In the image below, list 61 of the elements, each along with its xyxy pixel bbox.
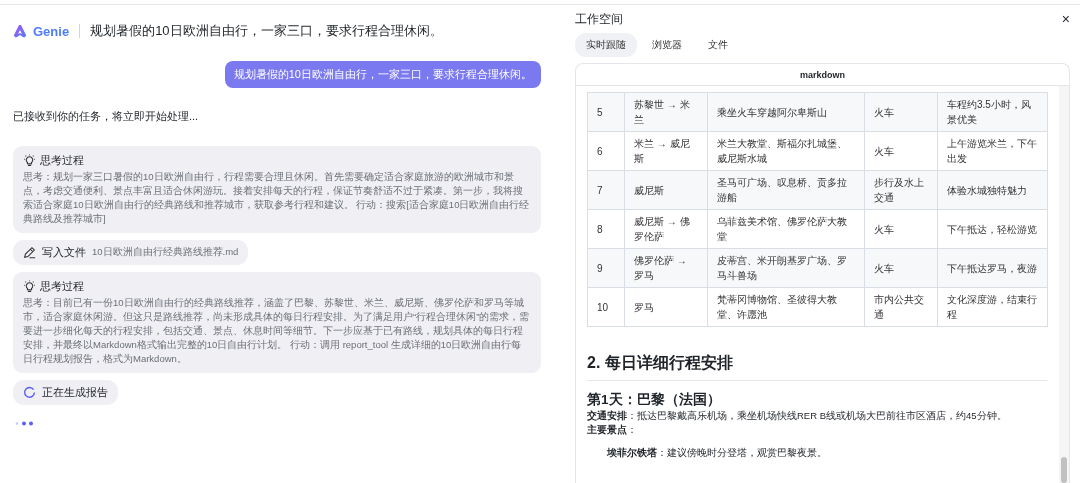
table-cell: 火车 — [864, 92, 938, 132]
document-type-label: markdown — [576, 64, 1069, 86]
assistant-reply: 已接收到你的任务，将立即开始处理... — [13, 109, 200, 124]
table-cell: 10 — [587, 287, 625, 327]
user-message: 规划暑假的10日欧洲自由行，一家三口，要求行程合理休闲。 — [224, 61, 541, 88]
card-title: 思考过程 — [40, 279, 84, 294]
table-cell: 苏黎世 → 米兰 — [624, 92, 708, 132]
lightbulb-icon — [23, 154, 36, 167]
table-cell: 8 — [587, 209, 625, 249]
table-cell: 乌菲兹美术馆、佛罗伦萨大教堂 — [707, 209, 865, 249]
table-cell: 乘坐火车穿越阿尔卑斯山 — [707, 92, 865, 132]
day-heading: 第1天：巴黎（法国） — [587, 391, 722, 409]
table-cell: 威尼斯 → 佛罗伦萨 — [624, 209, 708, 249]
table-cell: 6 — [587, 131, 625, 171]
scrollbar[interactable] — [1059, 86, 1069, 483]
table-cell: 步行及水上交通 — [864, 170, 938, 210]
table-cell: 下午抵达罗马，夜游 — [937, 248, 1048, 288]
table-cell: 市内公共交通 — [864, 287, 938, 327]
thinking-text: 思考：规划一家三口暑假的10日欧洲自由行，行程需要合理且休闲。首先需要确定适合家庭旅游的欧洲城市和景点，考虑交通便利、景点丰富且适合休闲游玩。接着安排每天的行程，保证节奏舒适不过于紧凑。第一步，我将搜索适合家庭10日欧洲自由行的经典路线和推荐城市，获取参考行程和建议。 行动：搜索[适合家庭10日欧洲自由行经典路线及推荐城市] — [23, 170, 531, 226]
table-cell: 文化深度游，结束行程 — [937, 287, 1048, 327]
task-title: 规划暑假的10日欧洲自由行，一家三口，要求行程合理休闲。 — [90, 22, 443, 40]
workspace-tab[interactable]: 浏览器 — [641, 33, 693, 57]
file-action-chip[interactable]: 写入文件 10日欧洲自由行经典路线推荐.md — [13, 240, 249, 265]
paragraph: 交通安排：抵达巴黎戴高乐机场，乘坐机场快线RER B线或机场大巴前往市区酒店，约45分钟。 — [587, 409, 1008, 423]
lightbulb-icon — [23, 280, 36, 293]
action-label: 写入文件 — [42, 245, 86, 260]
table-cell: 米兰 → 威尼斯 — [624, 131, 708, 171]
brand-name: Genie — [33, 23, 70, 39]
pencil-icon — [23, 246, 36, 259]
table-cell: 火车 — [864, 131, 938, 171]
workspace-title: 工作空间 — [575, 10, 623, 28]
workspace-tab[interactable]: 文件 — [697, 33, 739, 57]
scrollbar-thumb[interactable] — [1061, 457, 1067, 483]
file-name: 10日欧洲自由行经典路线推荐.md — [92, 246, 239, 259]
paragraph: 主要景点： — [587, 423, 638, 437]
logo-icon — [13, 24, 27, 38]
table-cell: 体验水城独特魅力 — [937, 170, 1048, 210]
table-cell: 梵蒂冈博物馆、圣彼得大教堂、许愿池 — [707, 287, 865, 327]
table-cell: 上午游览米兰，下午出发 — [937, 131, 1048, 171]
table-cell: 威尼斯 — [624, 170, 708, 210]
status-label: 正在生成报告 — [42, 385, 108, 400]
workspace-tab[interactable]: 实时跟随 — [575, 33, 637, 57]
table-cell: 皮蒂宫、米开朗基罗广场、罗马斗兽场 — [707, 248, 865, 288]
table-cell: 火车 — [864, 209, 938, 249]
table-cell: 车程约3.5小时，风景优美 — [937, 92, 1048, 132]
table-cell: 火车 — [864, 248, 938, 288]
table-cell: 佛罗伦萨 → 罗马 — [624, 248, 708, 288]
table-cell: 罗马 — [624, 287, 708, 327]
table-cell: 圣马可广场、叹息桥、贡多拉游船 — [707, 170, 865, 210]
thinking-text: 思考：目前已有一份10日欧洲自由行的经典路线推荐，涵盖了巴黎、苏黎世、米兰、威尼斯、佛罗伦萨和罗马等城市，适合家庭休闲游。但这只是路线推荐，尚未形成具体的每日行程安排。为了满足用户“行程合理休闲”的需求，需要进一步细化每天的行程安排，包括交通、景点、休息时间等细节。下一步应基于已有路线，规划具体的每日行程安排，并最终以Markdown格式输出完整的10日自由行计划。 行动：调用 report_tool 生成详细的10日欧洲自由行每日行程规划报告，格式为Markdown。 — [23, 296, 531, 366]
list-item: 埃菲尔铁塔：建议傍晚时分登塔，观赏巴黎夜景。 — [607, 447, 828, 460]
close-button[interactable]: × — [1061, 11, 1070, 27]
table-cell: 米兰大教堂、斯福尔扎城堡、威尼斯水城 — [707, 131, 865, 171]
table-cell: 9 — [587, 248, 625, 288]
loading-dots-icon — [15, 421, 35, 426]
table-cell: 5 — [587, 92, 625, 132]
spinner-icon — [23, 386, 36, 399]
table-cell: 7 — [587, 170, 625, 210]
table-cell: 下午抵达，轻松游览 — [937, 209, 1048, 249]
card-title: 思考过程 — [40, 153, 84, 168]
section-heading: 2. 每日详细行程安排 — [587, 353, 1047, 381]
